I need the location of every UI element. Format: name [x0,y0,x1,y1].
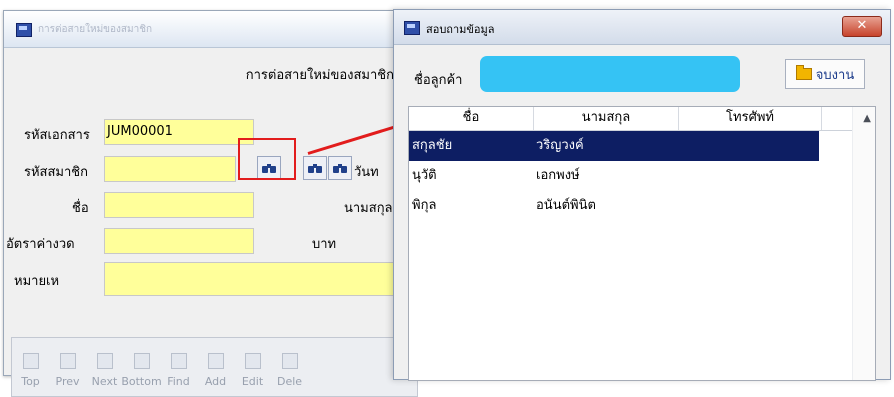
back-titlebar: การต่อสายใหม่ของสมาชิก [4,11,424,48]
delete-icon [281,353,298,369]
cell-last-name: เอกพงษ์ [536,168,580,183]
next-record-icon [96,353,113,369]
member-id-field[interactable] [104,156,236,182]
column-header-phone[interactable]: โทรศัพท์ [679,107,822,130]
cell-first-name: สกุลชัย [412,138,453,153]
customer-query-dialog: สอบถามข้อมูล ✕ ชื่อลูกค้า จบงาน ▲ ชื่อ น… [393,9,891,381]
doc-id-field[interactable]: JUM00001 [104,119,254,145]
nav-edit-button[interactable]: Edit [234,338,271,394]
install-rate-label: อัตราค่างวด [6,237,75,252]
find-icon [170,353,187,369]
first-record-icon [22,353,39,369]
binoculars-icon [308,163,322,174]
dialog-titlebar: สอบถามข้อมูล ✕ [394,10,890,45]
table-row[interactable]: พิกุล อนันต์พินิต [409,191,875,221]
baht-label: บาท [312,237,337,252]
close-icon[interactable]: ✕ [842,16,882,37]
lookup-button-2[interactable] [303,156,327,180]
grid-header: ชื่อ นามสกุล โทรศัพท์ [409,107,875,131]
back-form: การต่อสายใหม่ของสมาชิก รหัสเอกสาร JUM000… [4,48,424,397]
customer-grid: ▲ ชื่อ นามสกุล โทรศัพท์ สกุลชัย วริญวงค์… [408,106,876,381]
nav-delete-label: Dele [276,375,303,388]
edit-icon [244,353,261,369]
date-label: วันท [354,165,379,180]
first-name-field[interactable] [104,192,254,218]
member-reconnect-window: การต่อสายใหม่ของสมาชิก การต่อสายใหม่ของส… [3,10,425,397]
nav-bottom-label: Bottom [121,375,162,388]
record-navigation-bar: Top Prev Next Bottom Find Add Edit Dele [11,337,418,397]
nav-add-label: Add [204,375,227,388]
close-job-label: จบงาน [815,67,855,83]
cell-first-name: พิกุล [412,198,437,213]
nav-prev-label: Prev [55,375,80,388]
last-record-icon [133,353,150,369]
nav-bottom-button[interactable]: Bottom [121,338,162,394]
dialog-title: สอบถามข้อมูล [426,23,495,36]
nav-top-button[interactable]: Top [12,338,49,394]
nav-find-label: Find [167,375,190,388]
nav-prev-button[interactable]: Prev [49,338,86,394]
customer-search-input[interactable] [480,56,740,92]
grid-scrollbar[interactable]: ▲ [852,107,875,380]
binoculars-icon [333,163,347,174]
nav-next-label: Next [91,375,118,388]
back-window-title: การต่อสายใหม่ของสมาชิก [38,24,153,35]
dialog-body: ชื่อลูกค้า จบงาน ▲ ชื่อ นามสกุล โทรศัพท์… [394,45,890,381]
first-name-label: ชื่อ [72,201,89,216]
cell-last-name: อนันต์พินิต [536,198,596,213]
close-job-button[interactable]: จบงาน [785,59,865,89]
table-row[interactable]: นุวัติ เอกพงษ์ [409,161,875,191]
nav-delete-button[interactable]: Dele [271,338,308,394]
note-field[interactable] [104,262,404,296]
prev-record-icon [59,353,76,369]
cell-first-name: นุวัติ [412,168,437,183]
window-icon [16,23,32,37]
cell-phone [677,191,819,221]
install-rate-field[interactable] [104,228,254,254]
lookup-button-3[interactable] [328,156,352,180]
add-icon [207,353,224,369]
scroll-up-icon[interactable]: ▲ [863,113,871,124]
folder-icon [795,65,812,80]
table-row[interactable]: สกุลชัย วริญวงค์ [409,131,819,161]
cell-phone [677,161,819,191]
cell-last-name: วริญวงค์ [536,138,584,153]
customer-name-label: ชื่อลูกค้า [414,73,463,88]
cell-phone [677,131,819,161]
last-name-label: นามสกุล [344,201,393,216]
nav-edit-label: Edit [241,375,264,388]
column-header-first-name[interactable]: ชื่อ [409,107,534,130]
nav-top-label: Top [21,375,40,388]
nav-find-button[interactable]: Find [160,338,197,394]
lookup-highlight-box [238,138,296,180]
column-header-last-name[interactable]: นามสกุล [534,107,679,130]
nav-add-button[interactable]: Add [197,338,234,394]
form-heading: การต่อสายใหม่ของสมาชิก [245,68,394,83]
nav-next-button[interactable]: Next [86,338,123,394]
note-label: หมายเห [14,274,60,289]
doc-id-label: รหัสเอกสาร [24,128,90,143]
member-id-label: รหัสสมาชิก [24,165,88,180]
window-icon [404,21,420,35]
